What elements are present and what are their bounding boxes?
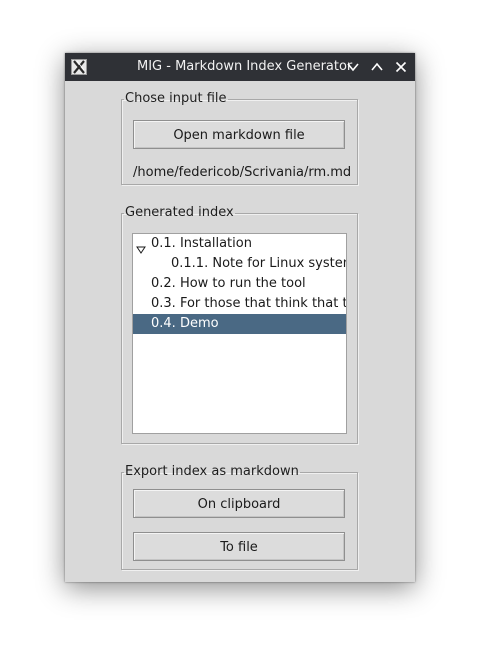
- tree-item-for-those[interactable]: 0.3. For those that think that thi: [133, 294, 346, 314]
- generated-index-legend: Generated index: [125, 205, 234, 220]
- tree-item-label: 0.1. Installation: [151, 236, 252, 251]
- x-window-icon: [71, 59, 87, 75]
- file-path-label: /home/federicob/Scrivania/rm.md: [133, 165, 352, 180]
- triangle-down-icon[interactable]: [136, 241, 146, 254]
- title-bar[interactable]: MIG - Markdown Index Generator: [65, 53, 415, 81]
- open-markdown-button[interactable]: Open markdown file: [133, 120, 345, 149]
- on-clipboard-button[interactable]: On clipboard: [133, 489, 345, 518]
- index-tree[interactable]: 0.1. Installation 0.1.1. Note for Linux …: [132, 233, 347, 434]
- chevron-down-icon[interactable]: [344, 58, 362, 76]
- to-file-button[interactable]: To file: [133, 532, 345, 561]
- window-content: Chose input file Open markdown file /hom…: [65, 81, 415, 582]
- export-legend: Export index as markdown: [125, 464, 299, 479]
- close-icon[interactable]: [392, 58, 410, 76]
- tree-item-label: 0.3. For those that think that thi: [151, 296, 346, 311]
- input-file-legend: Chose input file: [125, 91, 227, 106]
- chevron-up-icon[interactable]: [368, 58, 386, 76]
- tree-item-installation[interactable]: 0.1. Installation: [133, 234, 346, 254]
- tree-item-how-to-run[interactable]: 0.2. How to run the tool: [133, 274, 346, 294]
- tree-item-label: 0.4. Demo: [151, 316, 219, 331]
- app-window: MIG - Markdown Index Generator Chose inp…: [65, 53, 415, 582]
- tree-item-demo[interactable]: 0.4. Demo: [133, 314, 346, 334]
- tree-item-linux-note[interactable]: 0.1.1. Note for Linux system: [133, 254, 346, 274]
- tree-item-label: 0.2. How to run the tool: [151, 276, 306, 291]
- tree-item-label: 0.1.1. Note for Linux system: [171, 256, 346, 271]
- window-title: MIG - Markdown Index Generator: [137, 59, 353, 74]
